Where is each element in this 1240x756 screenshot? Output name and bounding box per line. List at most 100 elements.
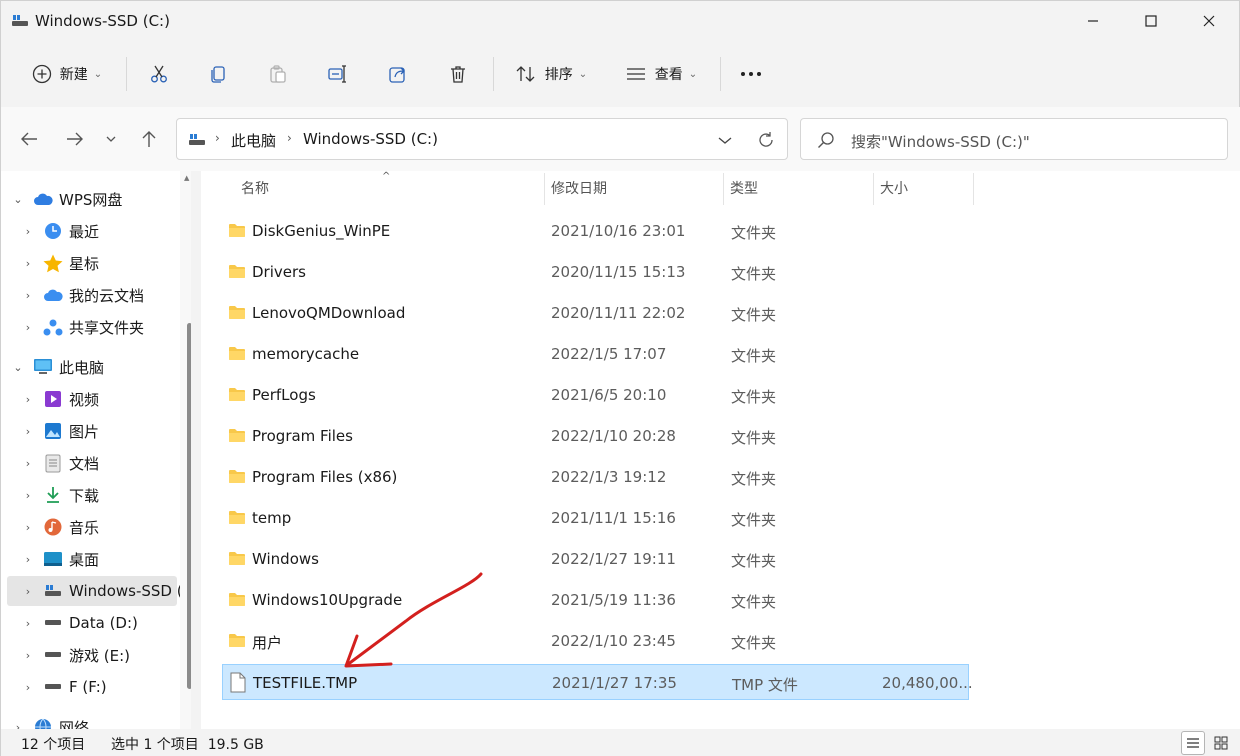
cut-button[interactable] xyxy=(139,55,179,93)
chevron-right-icon[interactable]: › xyxy=(11,720,25,730)
scroll-up-arrow-icon[interactable]: ▲ xyxy=(184,174,189,182)
sidebar-item-this-pc[interactable]: ⌄ 此电脑 xyxy=(7,352,177,382)
file-row[interactable]: TESTFILE.TMP 2021/1/27 17:35 TMP 文件 20,480,… xyxy=(222,664,973,700)
sidebar-item-music[interactable]: › 音乐 xyxy=(7,512,177,542)
sidebar-item-cloud-docs[interactable]: › 我的云文档 xyxy=(7,280,177,310)
file-type: 文件夹 xyxy=(731,593,777,611)
chevron-right-icon[interactable]: › xyxy=(21,424,35,438)
file-row[interactable]: LenovoQMDownload 2020/11/11 22:02 文件夹 xyxy=(222,295,969,331)
paste-button[interactable] xyxy=(258,55,298,93)
maximize-button[interactable] xyxy=(1122,1,1180,41)
sidebar-item-windows-ssd[interactable]: › Windows-SSD ( xyxy=(7,576,183,606)
star-icon xyxy=(43,253,63,273)
close-button[interactable] xyxy=(1180,1,1238,41)
column-divider[interactable] xyxy=(723,173,724,205)
column-divider[interactable] xyxy=(973,173,974,205)
chevron-right-icon[interactable]: › xyxy=(21,288,35,302)
chevron-right-icon[interactable]: › xyxy=(21,256,35,270)
chevron-down-icon[interactable]: ⌄ xyxy=(11,192,25,206)
new-button[interactable]: 新建 ⌄ xyxy=(21,55,113,93)
view-button[interactable]: 查看 ⌄ xyxy=(615,55,707,93)
file-row[interactable]: temp 2021/11/1 15:16 文件夹 xyxy=(222,500,969,536)
forward-button[interactable] xyxy=(61,125,89,153)
recent-locations-button[interactable] xyxy=(99,125,123,153)
rename-button[interactable] xyxy=(318,55,358,93)
chevron-right-icon[interactable]: › xyxy=(21,552,35,566)
back-button[interactable] xyxy=(15,125,43,153)
column-header-size[interactable]: 大小 xyxy=(880,171,908,205)
maximize-icon xyxy=(1145,15,1157,27)
file-row[interactable]: Program Files (x86) 2022/1/3 19:12 文件夹 xyxy=(222,459,969,495)
chevron-right-icon[interactable]: › xyxy=(21,680,35,694)
sidebar-item-pictures[interactable]: › 图片 xyxy=(7,416,177,446)
sidebar-item-f-drive[interactable]: › F (F:) xyxy=(7,672,177,702)
folder-icon xyxy=(229,224,245,237)
sidebar-item-games-drive[interactable]: › 游戏 (E:) xyxy=(7,640,177,670)
sidebar-scrollbar-thumb[interactable] xyxy=(187,323,191,689)
chevron-right-icon[interactable]: › xyxy=(21,616,35,630)
chevron-right-icon[interactable]: › xyxy=(21,648,35,662)
file-row[interactable]: Windows10Upgrade 2021/5/19 11:36 文件夹 xyxy=(222,582,969,618)
sidebar-item-label: 星标 xyxy=(69,254,100,273)
breadcrumb-this-pc[interactable]: 此电脑 xyxy=(231,130,276,151)
address-bar[interactable]: › 此电脑 › Windows-SSD (C:) xyxy=(176,118,788,160)
folder-icon xyxy=(229,552,245,565)
sidebar-item-downloads[interactable]: › 下载 xyxy=(7,480,177,510)
chevron-down-icon xyxy=(106,136,116,142)
column-header-modified[interactable]: 修改日期 xyxy=(551,171,607,205)
share-icon xyxy=(43,317,63,337)
folder-icon xyxy=(229,634,245,647)
desktop-icon xyxy=(43,549,63,569)
file-row[interactable]: Program Files 2022/1/10 20:28 文件夹 xyxy=(222,418,969,454)
chevron-right-icon[interactable]: › xyxy=(21,584,35,598)
file-row[interactable]: 用户 2022/1/10 23:45 文件夹 xyxy=(222,623,969,659)
column-divider[interactable] xyxy=(873,173,874,205)
sidebar-item-starred[interactable]: › 星标 xyxy=(7,248,177,278)
file-name: DiskGenius_WinPE xyxy=(252,222,391,240)
chevron-right-icon[interactable]: › xyxy=(21,456,35,470)
column-label: 修改日期 xyxy=(551,181,607,197)
address-history-button[interactable] xyxy=(713,129,737,151)
sidebar-item-documents[interactable]: › 文档 xyxy=(7,448,177,478)
sidebar-item-desktop[interactable]: › 桌面 xyxy=(7,544,177,574)
sidebar-item-data-drive[interactable]: › Data (D:) xyxy=(7,608,177,638)
chevron-right-icon[interactable]: › xyxy=(21,320,35,334)
chevron-right-icon[interactable]: › xyxy=(21,392,35,406)
file-row[interactable]: Windows 2022/1/27 19:11 文件夹 xyxy=(222,541,969,577)
file-type: 文件夹 xyxy=(731,224,777,242)
file-row[interactable]: DiskGenius_WinPE 2021/10/16 23:01 文件夹 xyxy=(222,213,969,249)
sidebar-item-shared-folder[interactable]: › 共享文件夹 xyxy=(7,312,177,342)
file-modified: 2020/11/15 15:13 xyxy=(551,263,686,281)
file-row[interactable]: PerfLogs 2021/6/5 20:10 文件夹 xyxy=(222,377,969,413)
search-box[interactable]: 搜索"Windows-SSD (C:)" xyxy=(800,118,1228,160)
details-view-button[interactable] xyxy=(1181,731,1205,755)
more-options-button[interactable] xyxy=(731,55,771,93)
chevron-right-icon[interactable]: › xyxy=(21,224,35,238)
column-header-type[interactable]: 类型 xyxy=(730,171,758,205)
sidebar-item-videos[interactable]: › 视频 xyxy=(7,384,177,414)
navigation-bar: › 此电脑 › Windows-SSD (C:) 搜索"Windows-SSD … xyxy=(1,107,1240,171)
breadcrumb-drive[interactable]: Windows-SSD (C:) xyxy=(303,130,438,148)
file-row[interactable]: Drivers 2020/11/15 15:13 文件夹 xyxy=(222,254,969,290)
copy-icon xyxy=(211,66,225,83)
sidebar-item-recent[interactable]: › 最近 xyxy=(7,216,177,246)
large-icons-view-button[interactable] xyxy=(1209,731,1233,755)
share-button[interactable] xyxy=(378,55,418,93)
column-header-name[interactable]: 名称 xyxy=(241,171,269,205)
minimize-button[interactable] xyxy=(1064,1,1122,41)
picture-icon xyxy=(43,421,63,441)
chevron-right-icon[interactable]: › xyxy=(21,520,35,534)
column-divider[interactable] xyxy=(544,173,545,205)
copy-button[interactable] xyxy=(198,55,238,93)
scissors-icon xyxy=(151,65,167,83)
sidebar-item-wps-cloud[interactable]: ⌄ WPS网盘 xyxy=(7,184,177,214)
chevron-right-icon[interactable]: › xyxy=(21,488,35,502)
sidebar-item-network[interactable]: › 网络 xyxy=(7,712,177,729)
file-name: Drivers xyxy=(252,263,306,281)
sort-button[interactable]: 排序 ⌄ xyxy=(505,55,597,93)
chevron-down-icon[interactable]: ⌄ xyxy=(11,360,25,374)
up-button[interactable] xyxy=(135,125,163,153)
refresh-button[interactable] xyxy=(753,128,779,152)
file-row[interactable]: memorycache 2022/1/5 17:07 文件夹 xyxy=(222,336,969,372)
delete-button[interactable] xyxy=(438,55,478,93)
